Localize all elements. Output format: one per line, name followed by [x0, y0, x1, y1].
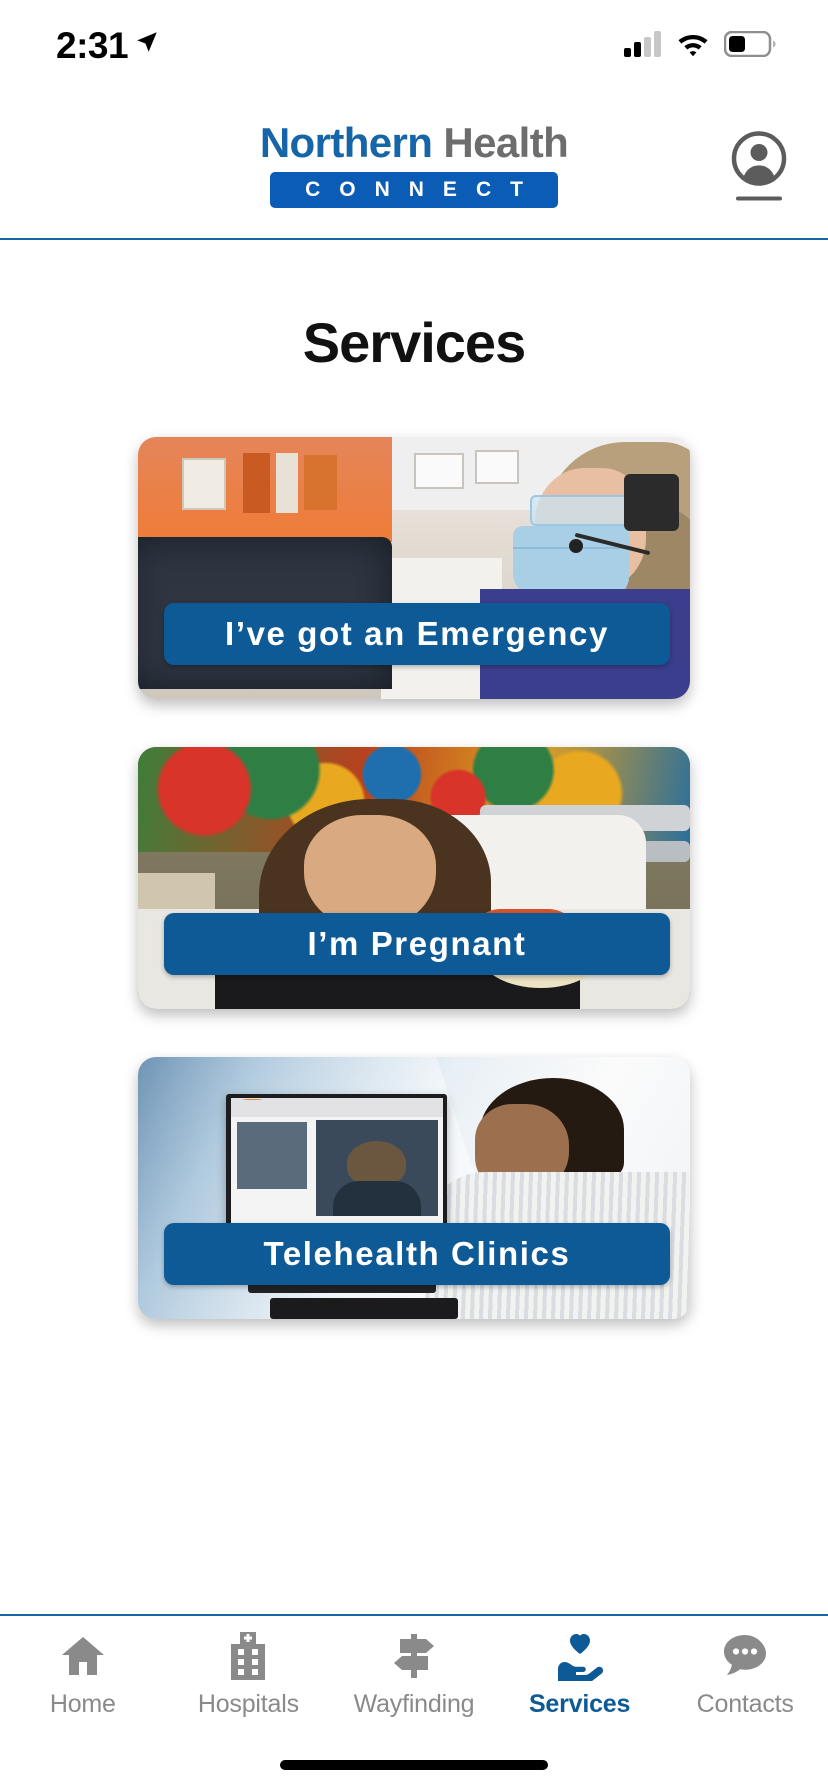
nav-label-hospitals: Hospitals: [197, 1690, 299, 1718]
account-circle-icon: [730, 130, 788, 193]
nav-item-hospitals[interactable]: Hospitals: [166, 1630, 332, 1740]
page-title: Services: [302, 311, 526, 374]
service-card-pregnant[interactable]: I’m Pregnant: [138, 747, 690, 1009]
logo-wordmark: Northern Health: [259, 119, 569, 166]
cellular-signal-icon: [624, 30, 662, 62]
logo-primary-text: Northern: [259, 119, 433, 166]
hospital-building-icon: [227, 1630, 269, 1682]
signpost-icon: [390, 1630, 438, 1682]
app-header: Northern Health CONNECT: [0, 92, 828, 240]
logo-connect-text: CONNECT: [291, 178, 537, 202]
telehealth-card-label-text: Telehealth Clinics: [263, 1235, 571, 1272]
status-time: 2:31: [56, 25, 129, 66]
home-icon: [60, 1630, 106, 1682]
wifi-icon: [676, 31, 710, 62]
home-indicator: [280, 1760, 548, 1770]
nav-label-services: Services: [528, 1690, 631, 1718]
nav-item-contacts[interactable]: Contacts: [662, 1630, 828, 1740]
account-underline: [736, 196, 782, 201]
status-bar: 2:31: [0, 0, 828, 92]
nav-item-home[interactable]: Home: [0, 1630, 166, 1740]
nav-label-wayfinding: Wayfinding: [353, 1690, 475, 1718]
hand-heart-icon: [554, 1630, 606, 1682]
account-button[interactable]: [730, 130, 788, 201]
location-arrow-icon: [134, 29, 160, 60]
emergency-card-label: I’ve got an Emergency: [164, 603, 670, 665]
logo-connect-banner: CONNECT: [270, 172, 558, 208]
connect-letter: C: [300, 178, 335, 201]
app-logo[interactable]: Northern Health CONNECT: [259, 119, 569, 208]
telehealth-card-label: Telehealth Clinics: [164, 1223, 670, 1285]
service-card-telehealth[interactable]: Telehealth Clinics: [138, 1057, 690, 1319]
nav-item-services[interactable]: Services: [497, 1630, 663, 1740]
connect-letter: O: [334, 178, 370, 201]
connect-letter: T: [505, 178, 537, 201]
connect-letter: N: [369, 178, 404, 201]
battery-icon: [723, 30, 776, 62]
emergency-card-label-text: I’ve got an Emergency: [225, 615, 609, 652]
status-bar-right: [624, 30, 776, 62]
connect-letter: N: [403, 178, 438, 201]
nav-label-home: Home: [49, 1690, 116, 1718]
bottom-navigation-bar: Home Hospitals Wayfinding Services Conta…: [0, 1614, 828, 1792]
connect-letter: C: [470, 178, 506, 201]
logo-secondary-text: Health: [443, 119, 569, 166]
nav-item-wayfinding[interactable]: Wayfinding: [331, 1630, 497, 1740]
pregnant-card-label-text: I’m Pregnant: [307, 925, 527, 962]
service-card-emergency[interactable]: I’ve got an Emergency: [138, 437, 690, 699]
nav-label-contacts: Contacts: [696, 1690, 794, 1718]
pregnant-card-label: I’m Pregnant: [164, 913, 670, 975]
chat-bubble-icon: [721, 1630, 769, 1682]
bottom-nav-items: Home Hospitals Wayfinding Services Conta…: [0, 1616, 828, 1740]
status-bar-left: 2:31: [56, 25, 160, 67]
services-card-list: I’ve got an Emergency I’m Pregnant Teleh…: [0, 437, 828, 1319]
connect-letter: E: [437, 178, 471, 201]
